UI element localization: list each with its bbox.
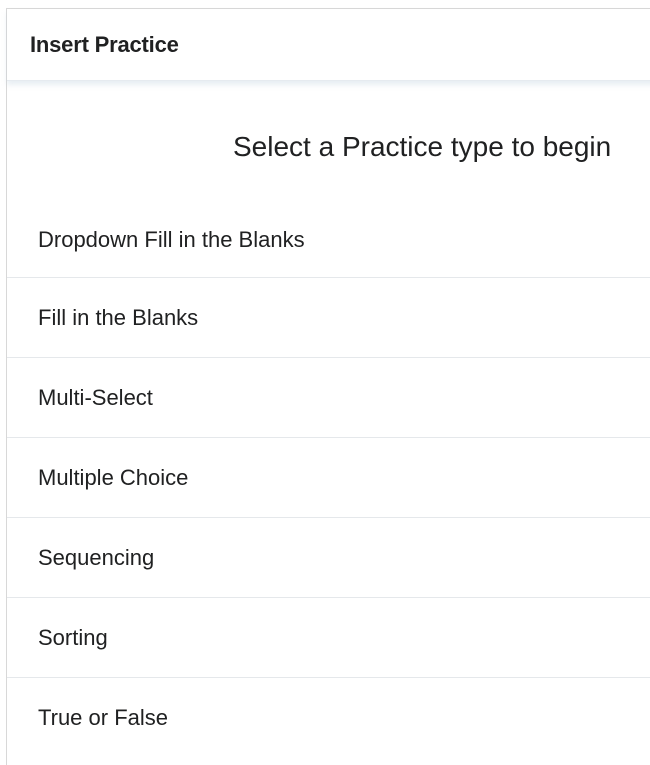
- practice-type-label: Dropdown Fill in the Blanks: [38, 227, 305, 252]
- practice-type-sequencing[interactable]: Sequencing: [7, 518, 650, 598]
- practice-type-fill-in-the-blanks[interactable]: Fill in the Blanks: [7, 278, 650, 358]
- insert-practice-dialog: Insert Practice Select a Practice type t…: [6, 8, 650, 765]
- practice-type-multi-select[interactable]: Multi-Select: [7, 358, 650, 438]
- practice-type-list: Dropdown Fill in the Blanks Fill in the …: [7, 203, 650, 758]
- practice-type-label: True or False: [38, 705, 169, 730]
- practice-type-prompt: Select a Practice type to begin: [233, 131, 612, 162]
- practice-type-sorting[interactable]: Sorting: [7, 598, 650, 678]
- practice-type-dropdown-fill-in-the-blanks[interactable]: Dropdown Fill in the Blanks: [7, 203, 650, 278]
- dialog-header: Insert Practice: [7, 9, 650, 81]
- practice-type-true-or-false[interactable]: True or False: [7, 678, 650, 758]
- practice-type-label: Multiple Choice: [38, 464, 189, 490]
- practice-type-multiple-choice[interactable]: Multiple Choice: [7, 438, 650, 518]
- dialog-body: Select a Practice type to begin Dropdown…: [7, 81, 650, 758]
- practice-type-label: Sequencing: [38, 544, 155, 570]
- practice-type-label: Fill in the Blanks: [38, 304, 199, 330]
- practice-type-label: Sorting: [38, 624, 108, 650]
- dialog-title: Insert Practice: [30, 31, 179, 57]
- practice-type-label: Multi-Select: [38, 384, 153, 410]
